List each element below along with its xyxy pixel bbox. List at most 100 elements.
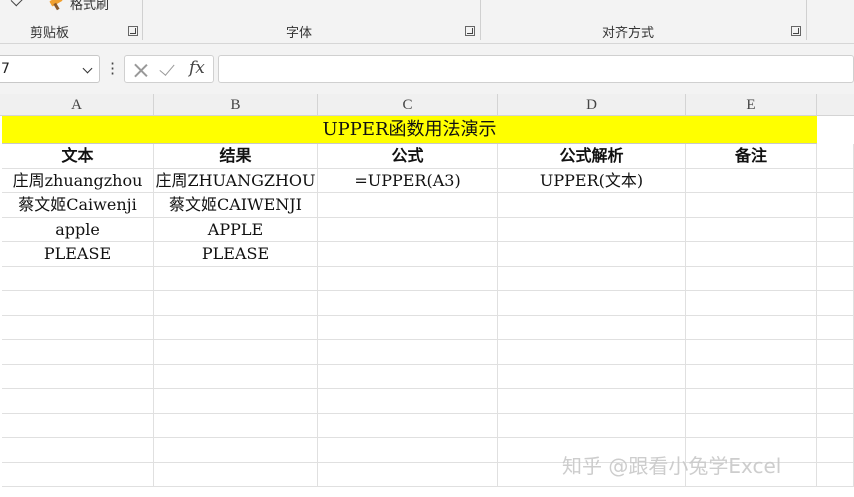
cell[interactable] <box>2 364 154 389</box>
format-painter-button[interactable]: 格式刷 <box>48 0 109 13</box>
cell[interactable] <box>817 364 854 389</box>
cell[interactable] <box>498 217 686 242</box>
cell[interactable] <box>686 413 817 438</box>
insert-function-icon[interactable]: fx <box>189 58 205 78</box>
cell[interactable]: 蔡文姬Caiwenji <box>2 193 154 218</box>
cell[interactable] <box>318 389 498 414</box>
cell[interactable] <box>817 291 854 316</box>
clipboard-launcher-icon[interactable] <box>128 26 138 36</box>
cell[interactable] <box>498 389 686 414</box>
cell[interactable] <box>817 389 854 414</box>
cell[interactable]: PLEASE <box>2 242 154 267</box>
cell[interactable] <box>817 168 854 193</box>
cell[interactable] <box>686 168 817 193</box>
cell[interactable]: 庄周ZHUANGZHOU <box>154 168 318 193</box>
cell[interactable] <box>154 413 318 438</box>
cell[interactable] <box>817 266 854 291</box>
cell[interactable] <box>498 413 686 438</box>
ribbon: 格式刷 剪贴板 字体 对齐方式 <box>0 0 854 44</box>
cell[interactable] <box>2 291 154 316</box>
cell[interactable] <box>318 438 498 463</box>
cell[interactable] <box>817 340 854 365</box>
column-header-c[interactable]: C <box>318 94 498 116</box>
cell[interactable] <box>498 193 686 218</box>
cell[interactable] <box>154 340 318 365</box>
cell[interactable] <box>498 291 686 316</box>
check-icon[interactable] <box>10 0 24 7</box>
cell[interactable] <box>817 413 854 438</box>
watermark: 知乎 @跟看小兔学Excel <box>562 454 782 478</box>
cancel-icon[interactable] <box>133 62 149 78</box>
cell[interactable] <box>817 438 854 463</box>
cell[interactable] <box>817 217 854 242</box>
cell[interactable] <box>154 315 318 340</box>
cell[interactable] <box>686 340 817 365</box>
cell[interactable]: 结果 <box>154 144 318 169</box>
alignment-launcher-icon[interactable] <box>791 26 801 36</box>
cell[interactable] <box>318 315 498 340</box>
cell[interactable] <box>2 266 154 291</box>
cell[interactable] <box>2 438 154 463</box>
cell[interactable] <box>686 364 817 389</box>
cell[interactable]: 文本 <box>2 144 154 169</box>
cell[interactable] <box>154 438 318 463</box>
cell[interactable] <box>686 315 817 340</box>
cell[interactable]: PLEASE <box>154 242 318 267</box>
cell[interactable] <box>318 193 498 218</box>
cell[interactable]: 公式 <box>318 144 498 169</box>
more-options-icon[interactable]: · · · <box>110 56 115 82</box>
cell[interactable]: 蔡文姬CAIWENJI <box>154 193 318 218</box>
title-cell[interactable]: UPPER函数用法演示 <box>2 116 817 144</box>
cell[interactable] <box>318 266 498 291</box>
cell[interactable] <box>154 291 318 316</box>
cell[interactable]: 庄周zhuangzhou <box>2 168 154 193</box>
cell[interactable] <box>686 217 817 242</box>
cell[interactable] <box>498 364 686 389</box>
enter-check-icon[interactable] <box>159 60 175 76</box>
cell[interactable] <box>498 315 686 340</box>
font-launcher-icon[interactable] <box>465 26 475 36</box>
cell[interactable] <box>318 217 498 242</box>
cell[interactable] <box>686 193 817 218</box>
cell[interactable]: APPLE <box>154 217 318 242</box>
cell[interactable] <box>817 462 854 487</box>
column-header-a[interactable]: A <box>0 94 154 116</box>
cell[interactable]: apple <box>2 217 154 242</box>
cell[interactable] <box>686 242 817 267</box>
column-header-e[interactable]: E <box>686 94 817 116</box>
column-header-d[interactable]: D <box>498 94 686 116</box>
cell[interactable] <box>318 413 498 438</box>
cell[interactable] <box>154 364 318 389</box>
name-box[interactable]: 7 <box>0 55 100 83</box>
cell[interactable]: 公式解析 <box>498 144 686 169</box>
cell[interactable] <box>2 315 154 340</box>
cell[interactable] <box>154 389 318 414</box>
cell[interactable] <box>318 364 498 389</box>
cell[interactable] <box>318 291 498 316</box>
cell[interactable] <box>498 242 686 267</box>
cell[interactable] <box>2 340 154 365</box>
cell[interactable]: =UPPER(A3) <box>318 168 498 193</box>
cell[interactable] <box>686 291 817 316</box>
cell[interactable] <box>686 389 817 414</box>
column-header-b[interactable]: B <box>154 94 318 116</box>
cell[interactable] <box>498 266 686 291</box>
cell[interactable] <box>2 413 154 438</box>
cell[interactable] <box>817 242 854 267</box>
cell[interactable] <box>817 144 854 169</box>
cell[interactable]: 备注 <box>686 144 817 169</box>
cell[interactable] <box>2 462 154 487</box>
cell[interactable] <box>686 266 817 291</box>
cell[interactable] <box>817 315 854 340</box>
cell[interactable] <box>318 462 498 487</box>
cell[interactable] <box>2 389 154 414</box>
cell[interactable] <box>318 340 498 365</box>
cell[interactable] <box>498 340 686 365</box>
chevron-down-icon[interactable] <box>82 63 93 74</box>
cell[interactable] <box>817 193 854 218</box>
cell[interactable] <box>154 266 318 291</box>
cell[interactable]: UPPER(文本) <box>498 168 686 193</box>
cell[interactable] <box>318 242 498 267</box>
formula-input[interactable] <box>218 55 854 83</box>
cell[interactable] <box>154 462 318 487</box>
